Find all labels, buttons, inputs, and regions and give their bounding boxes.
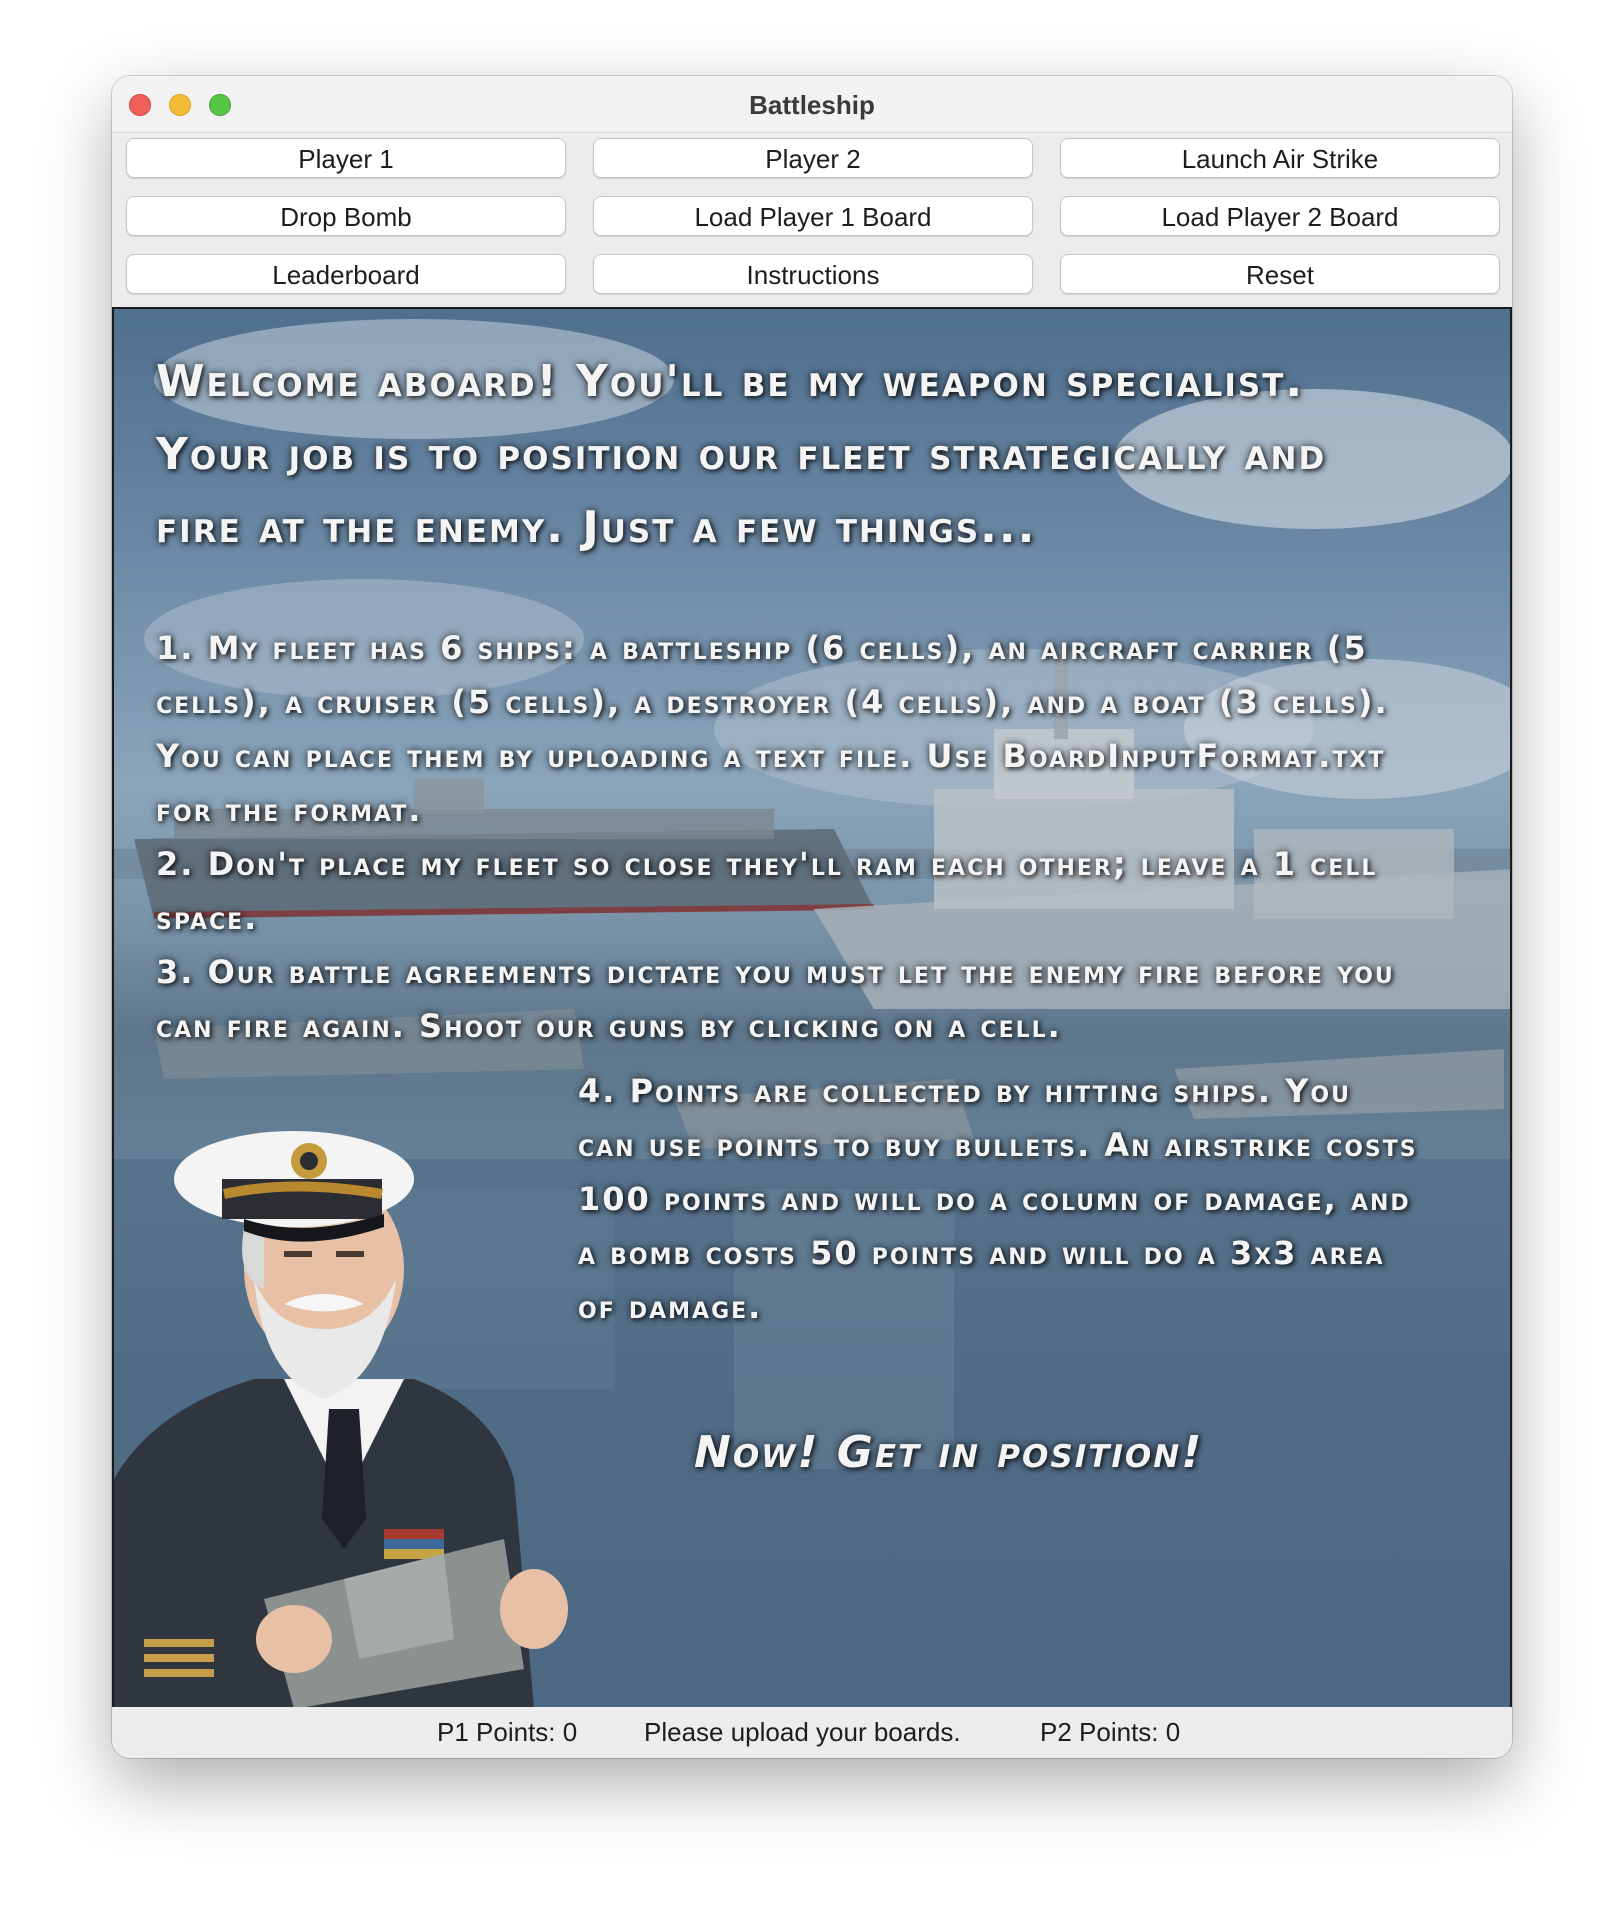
rule-1: 1. My fleet has 6 ships: a battleship (6… <box>156 629 1389 829</box>
load-player-2-board-button[interactable]: Load Player 2 Board <box>1060 196 1500 236</box>
leaderboard-button[interactable]: Leaderboard <box>126 254 566 294</box>
captain-illustration <box>114 1131 568 1707</box>
rule-2: 2. Don't place my fleet so close they'll… <box>156 845 1378 937</box>
title-bar: Battleship <box>112 76 1512 133</box>
rules-text: 1. My fleet has 6 ships: a battleship (6… <box>156 621 1446 1053</box>
rule-3: 3. Our battle agreements dictate you mus… <box>156 953 1395 1045</box>
load-player-1-board-button[interactable]: Load Player 1 Board <box>593 196 1033 236</box>
player-2-points: P2 Points: 0 <box>1040 1717 1181 1747</box>
battleship-window: Battleship Player 1 Player 2 Launch Air … <box>112 76 1512 1758</box>
rule-4: 4. Points are collected by hitting ships… <box>578 1072 1418 1326</box>
player-2-button[interactable]: Player 2 <box>593 138 1033 178</box>
launch-air-strike-button[interactable]: Launch Air Strike <box>1060 138 1500 178</box>
status-message: Please upload your boards. <box>644 1717 961 1747</box>
call-to-action: Now! Get in position! <box>694 1427 1204 1478</box>
window-title: Battleship <box>749 90 875 120</box>
instructions-button[interactable]: Instructions <box>593 254 1033 294</box>
instructions-panel: Welcome aboard! You'll be my weapon spec… <box>112 307 1512 1707</box>
reset-button[interactable]: Reset <box>1060 254 1500 294</box>
drop-bomb-button[interactable]: Drop Bomb <box>126 196 566 236</box>
player-1-points: P1 Points: 0 <box>437 1717 578 1747</box>
status-bar: P1 Points: 0 Please upload your boards. … <box>112 1707 1512 1758</box>
intro-text: Welcome aboard! You'll be my weapon spec… <box>156 356 1327 553</box>
player-1-button[interactable]: Player 1 <box>126 138 566 178</box>
